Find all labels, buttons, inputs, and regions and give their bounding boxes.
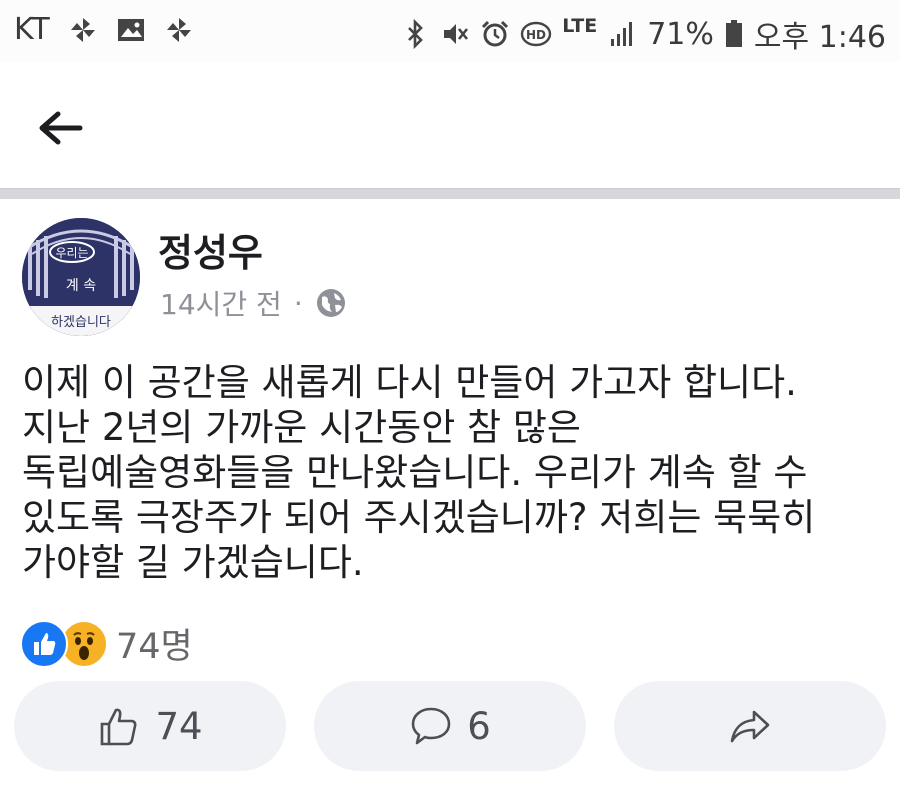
image-icon [116, 15, 146, 45]
post-body: 이제 이 공간을 새롭게 다시 만들어 가고자 합니다. 지난 2년의 가까운 … [22, 360, 882, 585]
hd-icon: HD [520, 19, 552, 49]
like-reaction-icon [20, 619, 68, 668]
like-button[interactable]: 74 [14, 681, 286, 771]
globe-icon [315, 287, 347, 319]
post-line: 이제 이 공간을 새롭게 다시 만들어 가고자 합니다. [22, 361, 797, 404]
author-name[interactable]: 정성우 [158, 222, 263, 277]
reactions-summary[interactable]: 74명 [20, 618, 193, 669]
post-meta: 14시간 전 · [160, 283, 347, 323]
meta-separator: · [293, 286, 303, 320]
share-button[interactable] [614, 681, 886, 771]
comment-count: 6 [467, 704, 491, 748]
clock: 오후 1:46 [753, 20, 886, 55]
alarm-icon [480, 19, 510, 49]
back-button[interactable] [34, 106, 86, 150]
battery-percent: 71% [647, 16, 714, 52]
post-line: 있도록 극장주가 되어 주시겠습니까? 저희는 묵묵히 [22, 496, 816, 539]
reaction-count: 74명 [116, 627, 193, 667]
signal-icon [607, 19, 637, 49]
avatar[interactable]: 우리는 계 속 하겠습니다 [22, 218, 140, 336]
status-bar: KT HD LTE 71% 오후 1:46 [0, 0, 900, 62]
comment-button[interactable]: 6 [314, 681, 586, 771]
like-count: 74 [155, 704, 203, 748]
arrow-left-icon [39, 111, 83, 145]
avatar-text-bottom: 하겠습니다 [51, 315, 111, 330]
thumbs-up-icon [101, 708, 137, 746]
svg-text:HD: HD [526, 28, 546, 42]
lte-label: LTE [562, 15, 598, 37]
top-navigation [0, 62, 900, 188]
post-line: 가야할 길 가겠습니다. [22, 541, 364, 584]
section-divider [0, 188, 900, 199]
battery-icon [724, 19, 744, 49]
post-timestamp[interactable]: 14시간 전 [160, 283, 282, 323]
carrier-label: KT [14, 12, 50, 47]
comment-icon [411, 707, 451, 745]
pinwheel-icon [164, 15, 194, 45]
mute-icon [440, 19, 470, 49]
share-icon [730, 710, 770, 743]
post-line: 독립예술영화들을 만나왔습니다. 우리가 계속 할 수 [22, 451, 808, 494]
post-line: 지난 2년의 가까운 시간동안 참 많은 [22, 406, 581, 449]
bluetooth-icon [400, 18, 430, 50]
avatar-text-top: 우리는 [55, 246, 88, 260]
avatar-text-middle: 계 속 [66, 278, 96, 294]
pinwheel-icon [68, 15, 98, 45]
